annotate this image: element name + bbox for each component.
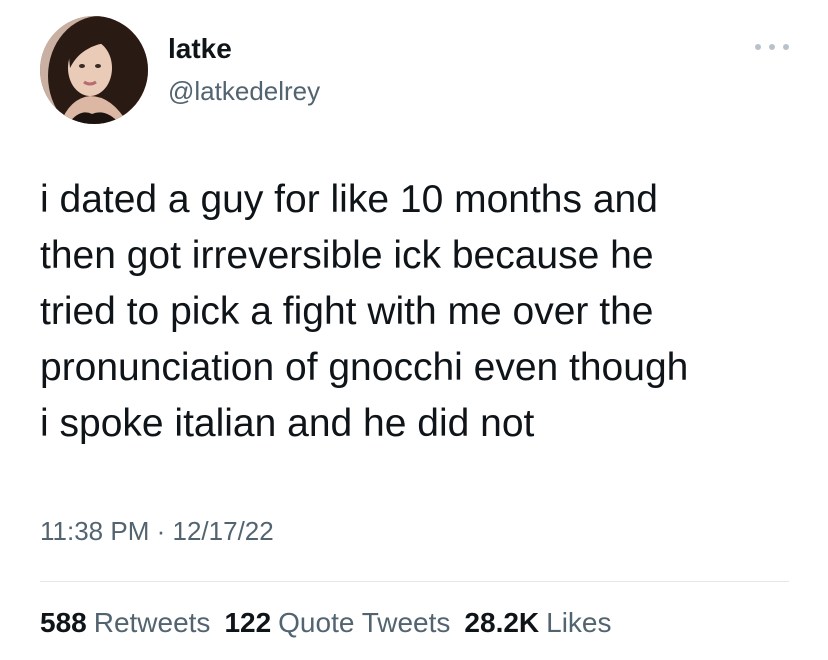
- meta-separator: ·: [156, 516, 166, 546]
- stat-retweets[interactable]: 588 Retweets: [40, 605, 210, 641]
- more-horizontal-icon: [769, 44, 775, 50]
- author-display-name[interactable]: latke: [168, 32, 232, 66]
- avatar[interactable]: [40, 16, 148, 124]
- stat-label: Quote Tweets: [278, 607, 451, 638]
- avatar-image: [40, 16, 148, 124]
- tweet-text: i dated a guy for like 10 months and the…: [40, 178, 689, 445]
- tweet-time: 11:38 PM: [40, 516, 150, 546]
- stat-label: Retweets: [93, 607, 211, 638]
- stat-label: Likes: [546, 607, 612, 638]
- more-horizontal-icon: [755, 44, 761, 50]
- tweet-timestamp[interactable]: 11:38 PM · 12/17/22: [40, 514, 274, 548]
- stat-count: 588: [40, 607, 87, 638]
- stat-likes[interactable]: 28.2K Likes: [464, 605, 611, 641]
- stat-count: 28.2K: [464, 607, 540, 638]
- more-horizontal-icon: [783, 44, 789, 50]
- stat-count: 122: [224, 607, 272, 638]
- divider: [40, 581, 789, 582]
- author-handle[interactable]: @latkedelrey: [168, 75, 320, 107]
- tweet-date: 12/17/22: [172, 516, 274, 546]
- more-options-button[interactable]: [755, 40, 789, 54]
- stat-quote-tweets[interactable]: 122 Quote Tweets: [224, 605, 450, 641]
- tweet-stats: 588 Retweets 122 Quote Tweets 28.2K Likes: [40, 605, 626, 641]
